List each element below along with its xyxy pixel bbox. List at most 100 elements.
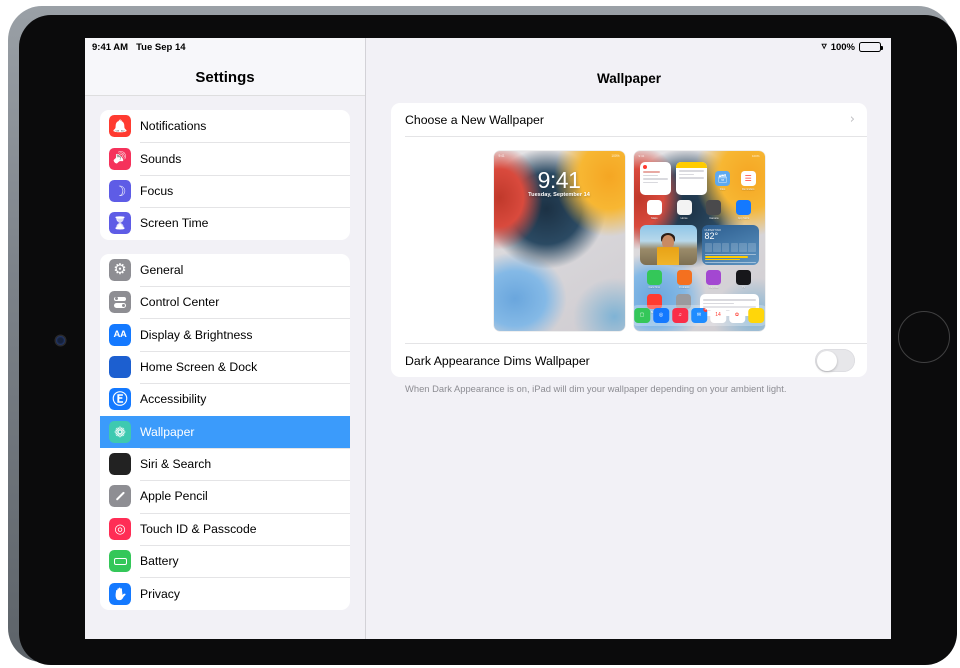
sidebar-item-privacy[interactable]: Privacy (100, 577, 350, 609)
sidebar-item-label: Sounds (140, 151, 182, 166)
home-screen-contents: 9:41 100% 🗃 Files ☰ Reminders Maps Home … (633, 151, 765, 331)
home-icon (676, 200, 692, 215)
app-label: Home (680, 216, 688, 220)
sidebar-item-label: Focus (140, 183, 174, 198)
files-icon: 🗃 (715, 171, 731, 186)
home-widgets-top: 🗃 Files ☰ Reminders (639, 162, 759, 195)
detail-title: Wallpaper (596, 70, 661, 86)
sidebar-item-focus[interactable]: Focus (100, 174, 350, 207)
app-grid-icon (109, 355, 131, 378)
sidebar-item-sounds[interactable]: Sounds (100, 142, 350, 174)
keynote-icon (706, 269, 722, 285)
app-tv: TV (733, 269, 755, 289)
notes-icon[interactable] (748, 307, 764, 323)
sidebar-item-label: Notifications (140, 119, 207, 134)
choose-new-wallpaper-label: Choose a New Wallpaper (405, 112, 544, 127)
choose-new-wallpaper-row[interactable]: Choose a New Wallpaper › (391, 103, 867, 136)
battery-full-icon (859, 42, 883, 52)
detail-header: Wallpaper (367, 38, 891, 96)
dock-glyph: 14 (715, 312, 721, 319)
mail-icon[interactable]: ✉ 4 (691, 307, 707, 323)
sidebar-item-label: Siri & Search (140, 457, 212, 472)
sidebar-item-screen-time[interactable]: Screen Time (100, 207, 350, 239)
home-button[interactable] (898, 311, 950, 363)
lock-screen-preview[interactable]: 9:41 100% 9:41 Tuesday, September 14 (493, 151, 625, 331)
dark-appearance-dims-row: Dark Appearance Dims Wallpaper (391, 344, 867, 377)
siri-icon (109, 453, 131, 476)
flower-icon (109, 420, 131, 443)
preview-status-time: 9:41 (498, 154, 505, 158)
battery-icon (109, 550, 131, 573)
status-bar: 9:41 AM Tue Sep 14 (85, 38, 365, 56)
lock-screen-time: 9:41 (537, 167, 581, 193)
home-screen-preview[interactable]: 9:41 100% 🗃 Files ☰ Reminders Maps Home … (633, 151, 765, 331)
photos-icon[interactable]: ✿ (729, 307, 745, 323)
dark-appearance-footnote: When Dark Appearance is on, iPad will di… (405, 383, 787, 394)
moon-icon (109, 179, 131, 202)
sidebar-item-home-screen-dock[interactable]: Home Screen & Dock (100, 350, 350, 383)
preview-status-bar: 9:41 100% (499, 154, 620, 158)
pencil-icon (109, 485, 131, 508)
sidebar-item-siri-search[interactable]: Siri & Search (100, 447, 350, 480)
status-bar-right: ▿ 100% (821, 38, 883, 56)
preview-home-status-bar: 9:41 100% (639, 154, 760, 158)
maps-icon (646, 200, 662, 215)
app-app-store: App Store (733, 200, 755, 220)
sidebar-item-general[interactable]: General (100, 254, 350, 286)
sidebar-group-1: Notifications Sounds Focus Screen Time (100, 110, 350, 240)
safari-icon[interactable]: ◎ (653, 307, 669, 323)
sidebar-item-notifications[interactable]: Notifications (100, 110, 350, 142)
dark-appearance-dims-toggle[interactable] (815, 349, 855, 372)
settings-sidebar: 9:41 AM Tue Sep 14 Settings Notification… (85, 38, 366, 639)
sidebar-item-control-center[interactable]: Control Center (100, 285, 350, 318)
dock-glyph: ◎ (658, 312, 664, 319)
sidebar-item-wallpaper[interactable]: Wallpaper (100, 415, 350, 448)
sidebar-group-2: General Control Center AA Display & Brightn… (100, 253, 350, 610)
sidebar-item-label: Touch ID & Passcode (140, 521, 257, 536)
sidebar-item-display-brightness[interactable]: AA Display & Brightness (100, 318, 350, 350)
sliders-icon (109, 291, 131, 314)
app-label: App Store (737, 216, 750, 220)
app-facetime: FaceTime (643, 269, 665, 289)
sidebar-item-label: Wallpaper (140, 424, 195, 439)
app-store-icon (736, 200, 752, 215)
wifi-icon: ▿ (821, 41, 827, 52)
aa-icon: AA (109, 323, 131, 346)
sidebar-item-label: Accessibility (140, 392, 207, 407)
ipad-screen: 9:41 AM Tue Sep 14 Settings Notification… (85, 38, 891, 639)
status-date: Tue Sep 14 (136, 41, 186, 53)
hourglass-icon (109, 212, 131, 235)
app-label: FaceTime (648, 286, 661, 289)
app-camera: Camera (703, 200, 725, 220)
podcasts-icon (676, 269, 692, 285)
app-label: Camera (709, 216, 719, 220)
dark-appearance-dims-label: Dark Appearance Dims Wallpaper (405, 353, 590, 368)
calendar-icon[interactable]: 14 (710, 307, 726, 323)
dock-glyph: ✿ (734, 312, 740, 319)
home-dock: ▢ ◎ ♫ ✉ 4 14 ✿ (633, 304, 765, 326)
preview-home-time: 9:41 (638, 153, 645, 158)
app-podcasts: Podcasts (673, 269, 695, 289)
sidebar-item-accessibility[interactable]: Accessibility (100, 383, 350, 415)
facetime-icon (646, 269, 662, 285)
sidebar-item-apple-pencil[interactable]: Apple Pencil (100, 480, 350, 512)
sidebar-item-touch-id-passcode[interactable]: Touch ID & Passcode (100, 512, 350, 545)
sidebar-groups: Notifications Sounds Focus Screen Time Gener… (85, 110, 365, 610)
device-frame: 9:41 AM Tue Sep 14 Settings Notification… (8, 6, 957, 665)
tv-icon (736, 269, 752, 285)
widget-notes (675, 162, 708, 195)
messages-icon[interactable]: ▢ (634, 307, 650, 323)
wallpaper-detail-pane: ▿ 100% Wallpaper Choose a New Wallpaper … (367, 38, 891, 639)
hand-icon (109, 582, 131, 605)
sidebar-item-label: Screen Time (140, 216, 209, 231)
wallpaper-card: Choose a New Wallpaper › 9:41 100% 9:41 … (391, 103, 867, 377)
sidebar-item-battery[interactable]: Battery (100, 545, 350, 577)
accessibility-icon (109, 388, 131, 411)
home-apps-row-1: Maps Home Camera App Store (640, 200, 759, 220)
sidebar-item-label: Privacy (140, 586, 180, 601)
wallpaper-previews: 9:41 100% 9:41 Tuesday, September 14 9:4… (391, 137, 867, 343)
music-icon[interactable]: ♫ (672, 307, 688, 323)
preview-home-battery: 100% (751, 153, 760, 158)
chevron-right-icon: › (849, 112, 855, 127)
app-label: TV (741, 286, 746, 289)
